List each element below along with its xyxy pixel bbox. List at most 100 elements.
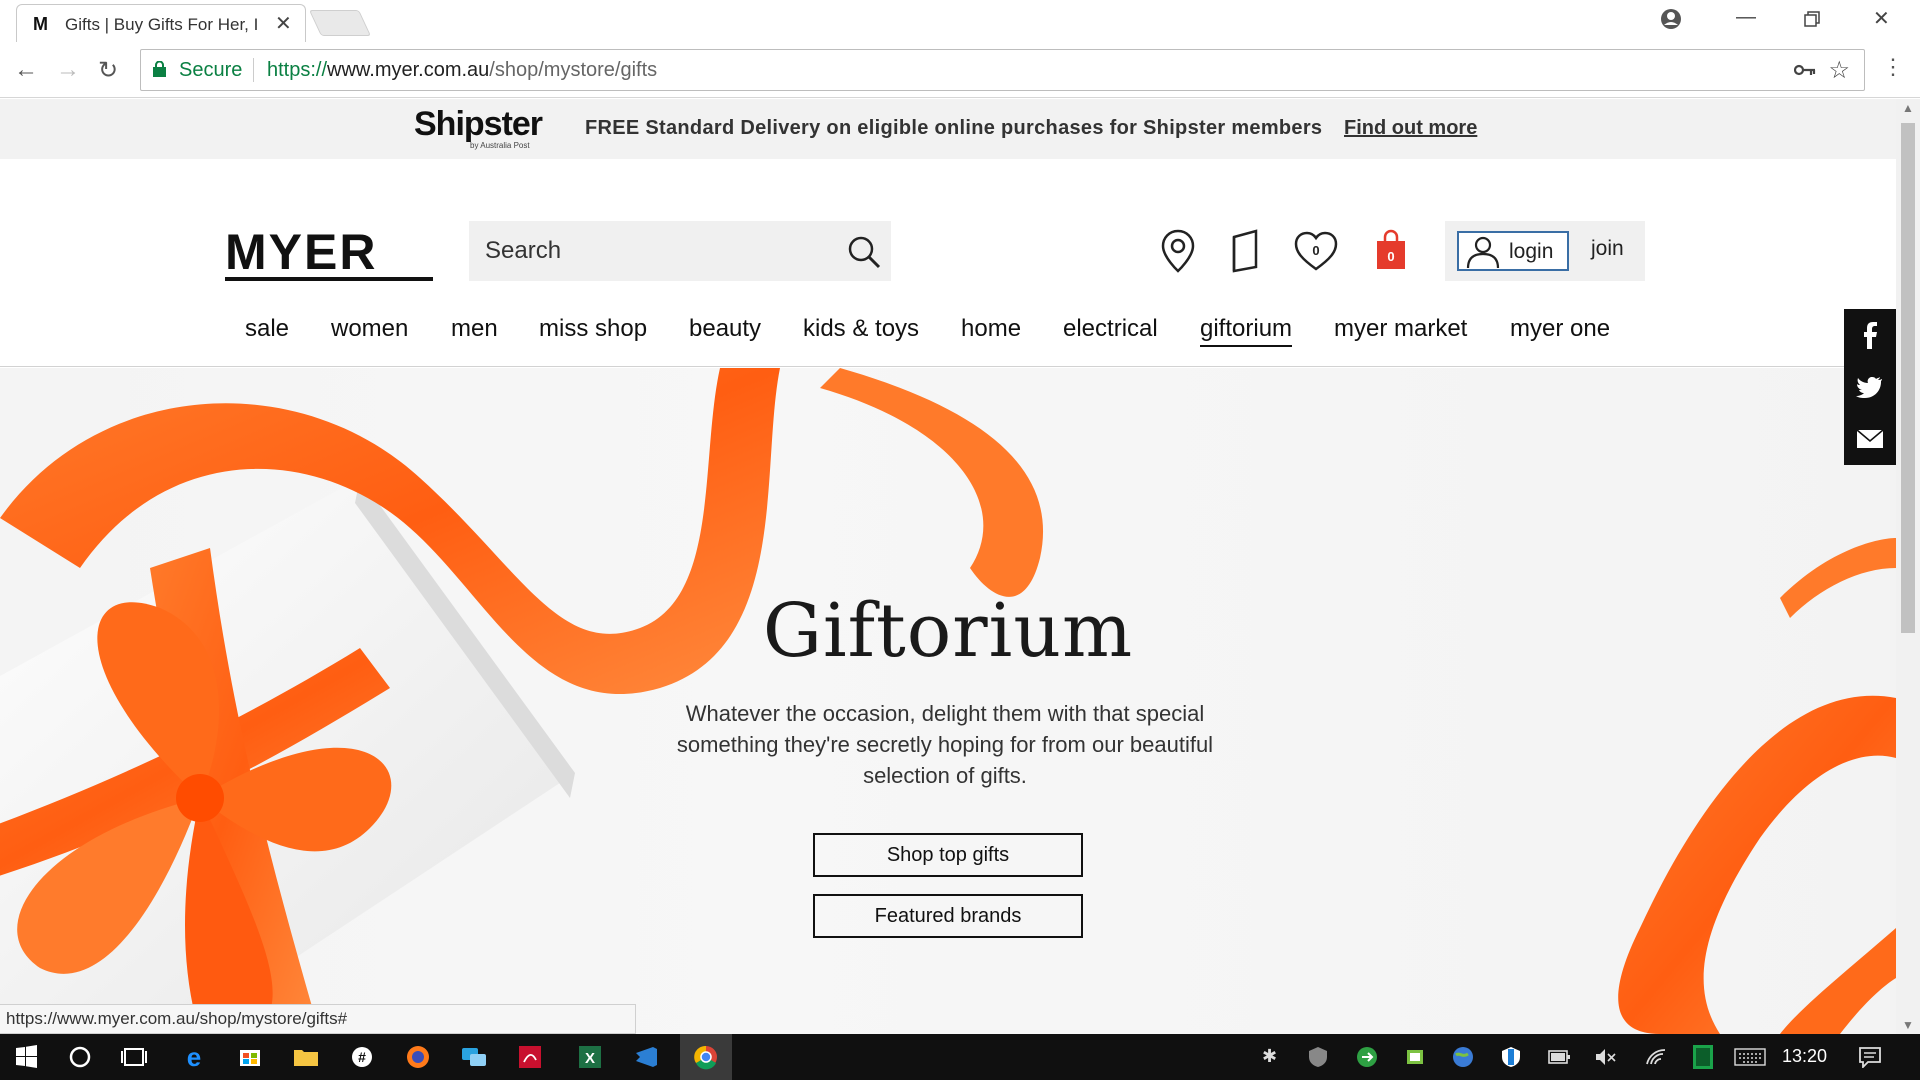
excel-icon[interactable]: X xyxy=(564,1034,616,1080)
hero-title: Giftorium xyxy=(762,588,1134,674)
sync-tray-icon[interactable] xyxy=(1356,1046,1378,1068)
shipster-logo[interactable]: Shipster xyxy=(414,105,543,144)
cortana-search-icon[interactable] xyxy=(54,1034,106,1080)
find-out-more-link[interactable]: Find out more xyxy=(1344,117,1477,140)
battery-tray-icon[interactable] xyxy=(1547,1048,1571,1066)
address-bar[interactable]: Secure https://www.myer.com.au/shop/myst… xyxy=(140,49,1865,91)
taskbar-clock[interactable]: 13:20 xyxy=(1782,1046,1827,1067)
window-close-icon[interactable]: ✕ xyxy=(1873,6,1890,31)
url-scheme: https:// xyxy=(267,59,328,81)
bookmark-star-icon[interactable]: ☆ xyxy=(1828,56,1850,85)
scroll-up-icon[interactable]: ▲ xyxy=(1902,101,1914,115)
key-icon[interactable] xyxy=(1794,63,1816,77)
twitter-icon xyxy=(1856,377,1882,398)
browser-tab[interactable]: M Gifts | Buy Gifts For Her, I ✕ xyxy=(16,4,306,42)
slack-icon[interactable]: # xyxy=(336,1034,388,1080)
wishlist-count: 0 xyxy=(1312,243,1319,258)
file-explorer-icon[interactable] xyxy=(280,1034,332,1080)
shipster-message: FREE Standard Delivery on eligible onlin… xyxy=(585,117,1323,139)
browser-titlebar: M Gifts | Buy Gifts For Her, I ✕ — ✕ xyxy=(0,0,1920,42)
action-center-icon[interactable] xyxy=(1858,1046,1882,1068)
tab-close-icon[interactable]: ✕ xyxy=(275,11,292,36)
facebook-share-button[interactable] xyxy=(1844,309,1896,361)
featured-brands-button[interactable]: Featured brands xyxy=(813,894,1083,938)
nav-item-myer-one[interactable]: myer one xyxy=(1510,315,1610,343)
shipster-logo-sub: by Australia Post xyxy=(470,141,530,150)
shopping-bag-icon[interactable]: 0 xyxy=(1367,227,1415,275)
url-text[interactable]: https://www.myer.com.au/shop/mystore/gif… xyxy=(267,59,657,82)
keyboard-tray-icon[interactable] xyxy=(1734,1048,1766,1066)
firefox-icon[interactable] xyxy=(392,1034,444,1080)
browser-toolbar: ← → ↻ Secure https://www.myer.com.au/sho… xyxy=(0,42,1920,98)
url-path: /shop/mystore/gifts xyxy=(489,59,658,81)
browser-menu-icon[interactable]: ⋮ xyxy=(1882,54,1904,80)
account-box: login join xyxy=(1445,221,1645,281)
scrollbar-thumb[interactable] xyxy=(1901,123,1915,633)
page-viewport: Shipster by Australia Post FREE Standard… xyxy=(0,99,1896,1034)
globe-tray-icon[interactable] xyxy=(1452,1046,1474,1068)
notes-tray-icon[interactable] xyxy=(1404,1046,1426,1068)
nav-item-sale[interactable]: sale xyxy=(245,315,289,343)
scroll-down-icon[interactable]: ▼ xyxy=(1902,1018,1914,1032)
nav-item-women[interactable]: women xyxy=(331,315,408,343)
reload-icon[interactable]: ↻ xyxy=(98,56,118,85)
slack-tray-icon[interactable]: ✱ xyxy=(1262,1046,1277,1067)
visual-studio-code-icon[interactable] xyxy=(620,1034,672,1080)
profile-icon[interactable] xyxy=(1660,8,1682,30)
svg-text:#: # xyxy=(358,1049,366,1065)
forward-arrow-icon[interactable]: → xyxy=(56,56,80,84)
wifi-tray-icon[interactable] xyxy=(1645,1046,1669,1068)
chrome-icon[interactable] xyxy=(680,1034,732,1080)
facebook-icon xyxy=(1864,322,1877,349)
volume-muted-icon[interactable] xyxy=(1594,1046,1618,1068)
secure-label: Secure xyxy=(179,59,243,81)
nav-item-men[interactable]: men xyxy=(451,315,498,343)
task-view-icon[interactable] xyxy=(108,1034,160,1080)
social-share-bar xyxy=(1844,309,1896,465)
main-navigation: sale women men miss shop beauty kids & t… xyxy=(0,295,1896,367)
nav-item-myer-market[interactable]: myer market xyxy=(1334,315,1467,343)
shipster-promo-banner: Shipster by Australia Post FREE Standard… xyxy=(0,99,1896,159)
restore-icon[interactable] xyxy=(1804,11,1820,27)
store-icon[interactable] xyxy=(224,1034,276,1080)
chat-app-icon[interactable] xyxy=(448,1034,500,1080)
new-tab-button[interactable] xyxy=(308,10,372,36)
svg-text:e: e xyxy=(187,1042,201,1072)
nav-item-kids-toys[interactable]: kids & toys xyxy=(803,315,919,343)
minimize-icon[interactable]: — xyxy=(1736,6,1756,29)
search-box xyxy=(469,221,891,281)
edge-icon[interactable]: e xyxy=(168,1034,220,1080)
nav-item-giftorium[interactable]: giftorium xyxy=(1200,315,1293,347)
defender-tray-icon[interactable] xyxy=(1500,1046,1522,1068)
lock-icon xyxy=(153,61,166,77)
search-input[interactable] xyxy=(469,221,829,281)
catalogue-icon[interactable] xyxy=(1222,227,1270,275)
nav-item-home[interactable]: home xyxy=(961,315,1021,343)
nav-item-electrical[interactable]: electrical xyxy=(1063,315,1158,343)
wishlist-heart-icon[interactable]: 0 xyxy=(1292,227,1340,275)
envelope-icon xyxy=(1856,429,1884,448)
svg-text:X: X xyxy=(585,1050,595,1067)
join-link[interactable]: join xyxy=(1591,237,1624,261)
myer-logo-underline xyxy=(225,277,433,281)
back-arrow-icon[interactable]: ← xyxy=(14,56,38,84)
nav-item-beauty[interactable]: beauty xyxy=(689,315,761,343)
login-button[interactable]: login xyxy=(1457,231,1569,271)
hero-subtitle: Whatever the occasion, delight them with… xyxy=(676,701,1214,788)
shop-top-gifts-button[interactable]: Shop top gifts xyxy=(813,833,1083,877)
task-manager-tray-icon[interactable] xyxy=(1692,1044,1714,1070)
myer-logo[interactable]: MYER xyxy=(225,227,377,277)
tab-title: Gifts | Buy Gifts For Her, I xyxy=(65,15,259,34)
email-share-button[interactable] xyxy=(1844,413,1896,465)
url-host: www.myer.com.au xyxy=(327,59,490,81)
acrobat-icon[interactable] xyxy=(504,1034,556,1080)
page-scrollbar[interactable]: ▲ ▼ xyxy=(1896,99,1920,1034)
omnibox-divider xyxy=(253,58,254,82)
twitter-share-button[interactable] xyxy=(1844,361,1896,413)
windows-start-icon[interactable] xyxy=(0,1034,52,1080)
nav-item-miss-shop[interactable]: miss shop xyxy=(539,315,647,343)
user-icon xyxy=(1466,236,1500,269)
search-icon[interactable] xyxy=(845,233,883,271)
store-locator-pin-icon[interactable] xyxy=(1154,227,1202,275)
shield-tray-icon[interactable] xyxy=(1308,1046,1328,1068)
